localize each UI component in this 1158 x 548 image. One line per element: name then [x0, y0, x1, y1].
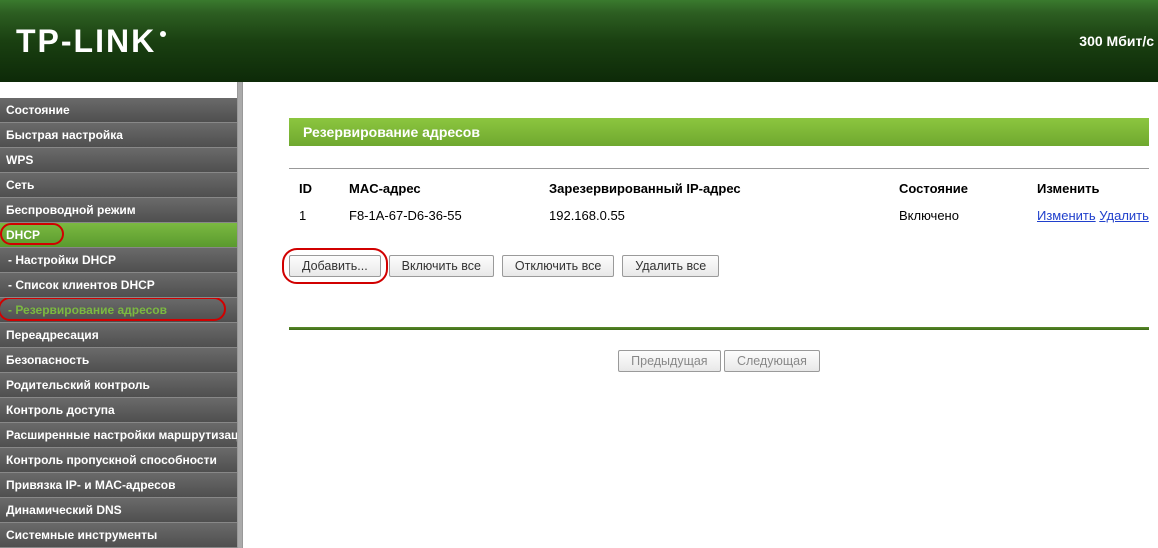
action-button-row: Добавить... Включить все Отключить все У…	[289, 255, 1158, 277]
content-area: Резервирование адресов ID MAC-адрес Заре…	[243, 82, 1158, 548]
add-button[interactable]: Добавить...	[289, 255, 381, 277]
sidebar-item-label: Беспроводной режим	[6, 203, 136, 217]
brand-logo: TP-LINK	[16, 23, 166, 60]
sidebar-item-label: Контроль доступа	[6, 403, 115, 417]
sidebar-item[interactable]: DHCP	[0, 223, 237, 248]
sidebar-item-label: DHCP	[6, 228, 40, 242]
sidebar-item[interactable]: Расширенные настройки маршрутизации	[0, 423, 237, 448]
brand-dot-icon	[160, 31, 166, 37]
sidebar-item-label: WPS	[6, 153, 33, 167]
sidebar-item-label: Сеть	[6, 178, 34, 192]
sidebar-item[interactable]: Переадресация	[0, 323, 237, 348]
col-status: Состояние	[899, 181, 1037, 206]
sidebar-item-label: - Список клиентов DHCP	[8, 278, 155, 292]
sidebar-subitem[interactable]: - Список клиентов DHCP	[0, 273, 237, 298]
sidebar-item[interactable]: Контроль доступа	[0, 398, 237, 423]
enable-all-button[interactable]: Включить все	[389, 255, 494, 277]
pager: Предыдущая Следующая	[289, 350, 1149, 372]
delete-all-button[interactable]: Удалить все	[622, 255, 719, 277]
sidebar-item[interactable]: Динамический DNS	[0, 498, 237, 523]
sidebar-item[interactable]: Контроль пропускной способности	[0, 448, 237, 473]
sidebar-item[interactable]: Быстрая настройка	[0, 123, 237, 148]
page-title: Резервирование адресов	[289, 118, 1149, 146]
sidebar-spacer	[0, 82, 237, 98]
prev-button[interactable]: Предыдущая	[618, 350, 720, 372]
sidebar-item[interactable]: Беспроводной режим	[0, 198, 237, 223]
sidebar-item-label: Переадресация	[6, 328, 99, 342]
delete-link[interactable]: Удалить	[1099, 208, 1149, 223]
col-mac: MAC-адрес	[349, 181, 549, 206]
sidebar-item-label: Безопасность	[6, 353, 89, 367]
header-subtitle: 300 Мбит/с	[1079, 33, 1158, 49]
sidebar-item-label: - Настройки DHCP	[8, 253, 116, 267]
cell-ip: 192.168.0.55	[549, 206, 899, 225]
sidebar-item-label: Расширенные настройки маршрутизации	[6, 428, 237, 442]
sidebar: Состояние Быстрая настройка WPS Сеть Беспров…	[0, 82, 237, 548]
sidebar-item-label: Динамический DNS	[6, 503, 122, 517]
sidebar-subitem[interactable]: - Настройки DHCP	[0, 248, 237, 273]
sidebar-item[interactable]: Системные инструменты	[0, 523, 237, 548]
col-ip: Зарезервированный IP-адрес	[549, 181, 899, 206]
table-row: 1F8-1A-67-D6-36-55192.168.0.55ВключеноИз…	[289, 206, 1149, 225]
sidebar-item[interactable]: WPS	[0, 148, 237, 173]
sidebar-item-label: - Резервирование адресов	[8, 303, 167, 317]
divider	[289, 168, 1149, 169]
sidebar-item[interactable]: Состояние	[0, 98, 237, 123]
divider-green	[289, 327, 1149, 330]
reservation-table: ID MAC-адрес Зарезервированный IP-адрес …	[289, 181, 1149, 225]
sidebar-item[interactable]: Привязка IP- и МАС-адресов	[0, 473, 237, 498]
sidebar-item[interactable]: Родительский контроль	[0, 373, 237, 398]
cell-mac: F8-1A-67-D6-36-55	[349, 206, 549, 225]
app-header: TP-LINK 300 Мбит/с	[0, 0, 1158, 82]
col-id: ID	[289, 181, 349, 206]
sidebar-item[interactable]: Сеть	[0, 173, 237, 198]
sidebar-item-label: Привязка IP- и МАС-адресов	[6, 478, 175, 492]
sidebar-item-label: Быстрая настройка	[6, 128, 123, 142]
sidebar-item-label: Родительский контроль	[6, 378, 150, 392]
next-button[interactable]: Следующая	[724, 350, 820, 372]
cell-actions: Изменить Удалить	[1037, 206, 1149, 225]
brand-text: TP-LINK	[16, 23, 156, 60]
sidebar-item-label: Состояние	[6, 103, 70, 117]
col-modify: Изменить	[1037, 181, 1149, 206]
edit-link[interactable]: Изменить	[1037, 208, 1096, 223]
sidebar-item-label: Контроль пропускной способности	[6, 453, 217, 467]
cell-status: Включено	[899, 206, 1037, 225]
disable-all-button[interactable]: Отключить все	[502, 255, 614, 277]
sidebar-subitem[interactable]: - Резервирование адресов	[0, 298, 237, 323]
cell-id: 1	[289, 206, 349, 225]
sidebar-item[interactable]: Безопасность	[0, 348, 237, 373]
